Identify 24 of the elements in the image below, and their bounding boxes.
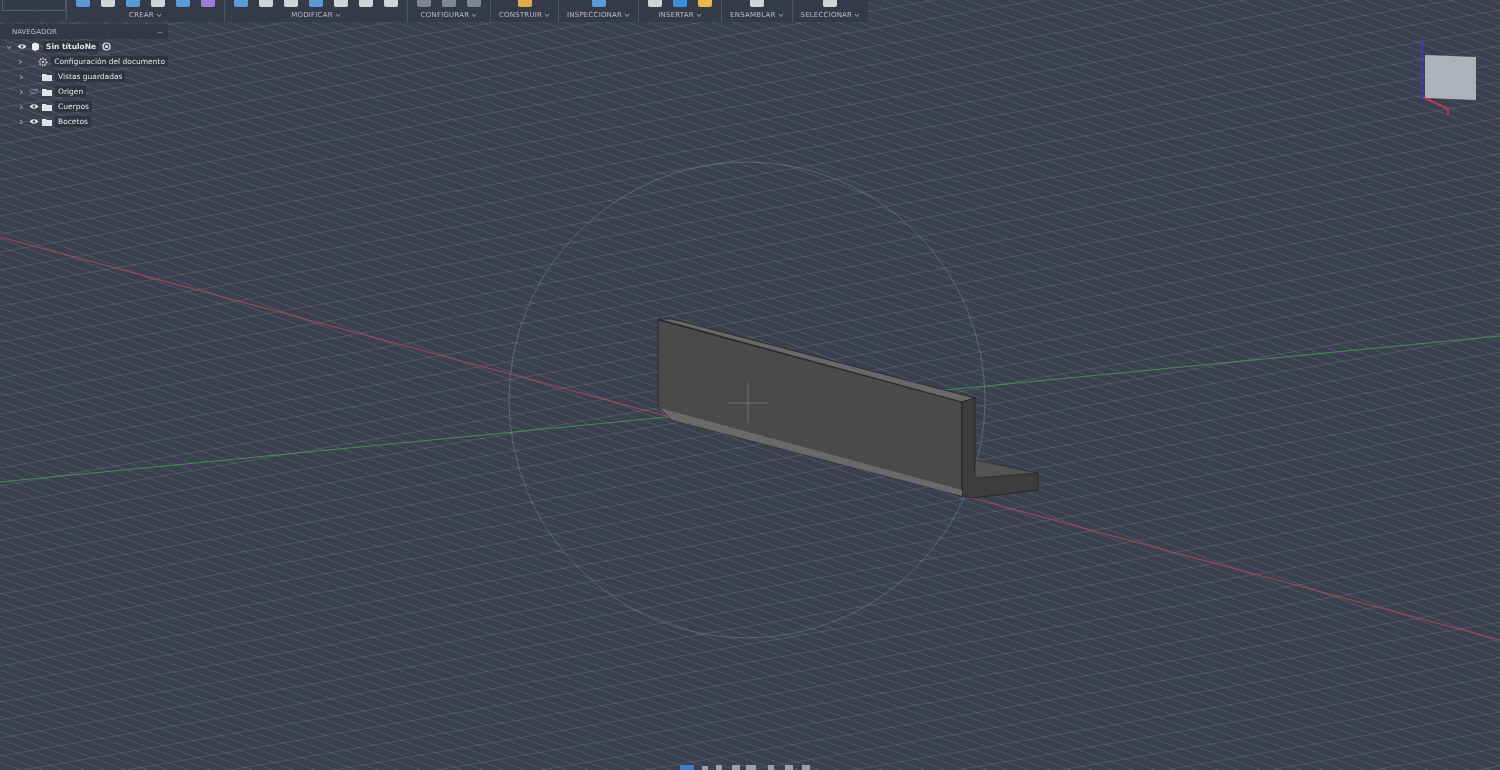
document-icon	[30, 42, 40, 51]
radio-icon[interactable]	[102, 42, 112, 51]
expand-icon[interactable]	[18, 73, 24, 80]
expand-icon[interactable]	[6, 43, 12, 50]
crosshair-icon	[727, 382, 769, 424]
visibility-icon[interactable]	[29, 103, 39, 110]
caret-icon	[334, 12, 341, 18]
caret-icon	[471, 12, 478, 18]
expand-icon[interactable]	[18, 103, 24, 110]
navigation-bar-icons[interactable]	[680, 765, 810, 770]
caret-icon	[624, 12, 631, 18]
expand-icon[interactable]	[18, 88, 24, 95]
caret-icon	[777, 12, 784, 18]
caret-icon	[155, 12, 162, 18]
gear-icon	[38, 56, 49, 67]
caret-icon	[854, 12, 861, 18]
caret-icon	[544, 12, 551, 18]
expand-icon[interactable]	[18, 118, 24, 125]
caret-icon	[695, 12, 702, 18]
expand-icon[interactable]	[17, 58, 24, 65]
visibility-icon[interactable]	[17, 43, 27, 50]
collapse-button[interactable]: –	[157, 27, 162, 36]
visibility-icon[interactable]	[29, 118, 39, 125]
view-cube-icon[interactable]	[1421, 39, 1476, 116]
